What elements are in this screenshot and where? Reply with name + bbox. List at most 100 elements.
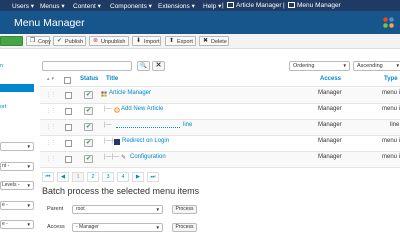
menu-users[interactable]: Users ▾ — [12, 2, 34, 10]
page-icon — [227, 2, 234, 8]
menu-extensions[interactable]: Extensions ▾ — [158, 2, 195, 10]
filter-select[interactable]: nt - ▼ — [0, 162, 34, 171]
toolbar: ❐ Copy ✔ Publish ⊗ Unpublish ⬇ Import ⬆ Expor… — [0, 34, 400, 49]
sidebar-item[interactable]: n — [0, 63, 3, 69]
pagination-page-2[interactable]: 2 — [87, 172, 99, 182]
separator: | — [283, 2, 285, 9]
redirect-icon — [114, 139, 120, 145]
parent-select[interactable]: root ▼ — [72, 205, 163, 214]
drag-handle-icon[interactable]: ⋮⋮ — [46, 125, 56, 130]
filter-select[interactable]: e - ▼ — [0, 220, 34, 229]
import-icon: ⬇ — [136, 38, 142, 44]
row-checkbox[interactable] — [65, 124, 72, 131]
drag-handle-icon[interactable]: ⋮⋮ — [46, 93, 56, 98]
search-icon: 🔍 — [140, 63, 147, 69]
new-button[interactable] — [0, 36, 23, 46]
pagination-first[interactable]: ⏮ — [42, 172, 54, 182]
published-toggle[interactable]: ✔ — [84, 91, 93, 99]
page-title: Menu Manager — [14, 17, 85, 29]
copy-button[interactable]: ❐ Copy — [26, 36, 51, 46]
menu-components[interactable]: Components ▾ — [110, 2, 152, 10]
row-title-link[interactable]: Add New Article — [121, 106, 163, 112]
table-row[interactable]: ⋮⋮ ✔ |— line Manager line — [40, 120, 400, 135]
published-toggle[interactable]: ✔ — [84, 155, 93, 163]
title-column-header[interactable]: Title — [106, 76, 118, 82]
export-icon: ⬆ — [169, 38, 175, 44]
add-icon — [114, 107, 120, 113]
access-column-header[interactable]: Access — [320, 76, 341, 82]
caret-down-icon: ▼ — [155, 207, 160, 212]
row-access: Manager — [318, 138, 342, 144]
drag-handle-icon[interactable]: ⋮⋮ — [46, 157, 56, 162]
sidebar-item-active[interactable] — [0, 84, 34, 92]
row-checkbox[interactable] — [65, 92, 72, 99]
published-toggle[interactable]: ✔ — [84, 123, 93, 131]
menu-help[interactable]: Help ▾ — [203, 2, 221, 10]
unpublish-button[interactable]: ⊗ Unpublish — [89, 36, 129, 46]
drag-handle-icon[interactable]: ⋮⋮ — [46, 109, 56, 114]
tools-icon: ✎ — [121, 155, 127, 161]
process-button[interactable]: Process — [172, 205, 197, 214]
menu-content[interactable]: Content ▾ — [73, 2, 101, 10]
table-row[interactable]: ⋮⋮ ✔ Article Manager Manager menu it — [40, 88, 400, 103]
drag-handle-icon[interactable]: ⋮⋮ — [46, 141, 56, 146]
tree-prefix: |—|— — [104, 154, 120, 160]
export-button[interactable]: ⬆ Export — [165, 36, 196, 46]
pagination-next[interactable]: ▶ — [132, 172, 144, 182]
sidebar-item[interactable]: ort — [0, 104, 6, 110]
row-type: menu it — [382, 106, 400, 112]
pagination-page-3[interactable]: 3 — [102, 172, 114, 182]
pagination-last[interactable]: ⏭ — [147, 172, 159, 182]
clear-button[interactable]: ✕ — [152, 61, 165, 71]
parent-label: Parent — [47, 206, 64, 212]
select-all-checkbox[interactable] — [64, 77, 71, 84]
pagination-prev[interactable]: ◀ — [57, 172, 69, 182]
filter-select[interactable]: e - ▼ — [0, 201, 34, 210]
row-title-link[interactable]: Redirect on Login — [122, 138, 169, 144]
import-button[interactable]: ⬇ Import — [132, 36, 161, 46]
search-button[interactable]: 🔍 — [137, 61, 150, 71]
page-icon — [288, 2, 295, 8]
caret-down-icon: ▼ — [26, 164, 31, 169]
published-toggle[interactable]: ✔ — [84, 139, 93, 147]
divider — [40, 167, 400, 168]
filter-levels-select[interactable]: Levels - ▼ — [0, 181, 34, 190]
type-column-header[interactable]: Type — [384, 76, 398, 82]
row-checkbox[interactable] — [65, 156, 72, 163]
caret-down-icon: ▼ — [155, 225, 160, 230]
caret-down-icon: ▼ — [342, 63, 347, 68]
top-navbar: Users ▾ Menus ▾ Content ▾ Components ▾ E… — [0, 0, 400, 11]
row-checkbox[interactable] — [65, 108, 72, 115]
publish-button[interactable]: ✔ Publish — [53, 36, 86, 46]
batch-title: Batch process the selected menu items — [42, 186, 200, 196]
ordering-select[interactable]: Ordering ▼ — [289, 61, 350, 71]
row-checkbox[interactable] — [65, 140, 72, 147]
menu-menus[interactable]: Menus ▾ — [40, 2, 65, 10]
filter-select[interactable]: ▼ — [0, 142, 34, 151]
pagination-page-4[interactable]: 4 — [117, 172, 129, 182]
sort-ordering-icon[interactable]: ▲▼ — [46, 76, 55, 81]
caret-down-icon: ▼ — [395, 63, 400, 68]
status-column-header[interactable]: Status — [80, 76, 98, 82]
delete-button[interactable]: ✖ Delete — [199, 36, 229, 46]
published-toggle[interactable]: ✔ — [84, 107, 93, 115]
row-access: Manager — [318, 122, 342, 128]
search-input[interactable] — [42, 61, 132, 71]
caret-down-icon: ▼ — [26, 144, 31, 149]
row-type: menu it — [382, 138, 400, 144]
process-button[interactable]: Process — [172, 223, 197, 232]
row-title-link[interactable]: line — [183, 122, 192, 128]
table-row[interactable]: ⋮⋮ ✔ |— Add New Article Manager menu it — [40, 104, 400, 119]
check-icon: ✔ — [57, 38, 63, 44]
direction-select[interactable]: Ascending ▼ — [353, 61, 400, 71]
table-row[interactable]: ⋮⋮ ✔ |—|— ✎ Configuration Manager menu i… — [40, 152, 400, 167]
row-title-link[interactable]: Configuration — [130, 154, 166, 160]
breadcrumb-article-manager[interactable]: Article Manager — [236, 2, 282, 9]
breadcrumb-menu-manager[interactable]: Menu Manager — [297, 2, 341, 9]
table-row[interactable]: ⋮⋮ ✔ |—|— Redirect on Login Manager menu… — [40, 136, 400, 151]
row-title-link[interactable]: Article Manager — [109, 90, 151, 96]
pagination-page-1[interactable]: 1 — [72, 172, 84, 182]
row-type: menu it — [382, 154, 400, 160]
row-type: line — [390, 122, 400, 128]
access-select[interactable]: - Manager ▼ — [72, 223, 163, 232]
